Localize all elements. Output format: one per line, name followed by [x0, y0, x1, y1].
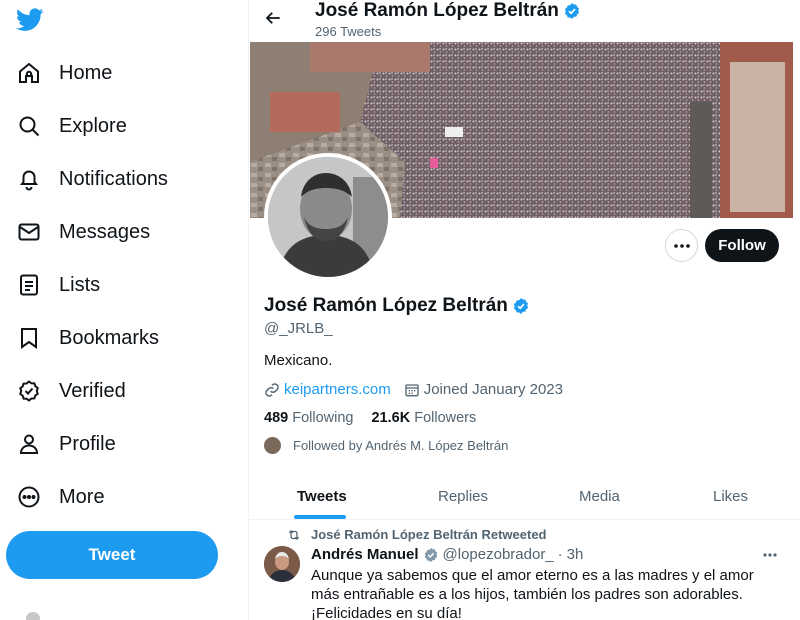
list-icon — [16, 272, 42, 298]
followed-by[interactable]: Followed by Andrés M. López Beltrán — [264, 437, 508, 454]
tweet-timestamp[interactable]: 3h — [567, 546, 584, 563]
tweet-header: Andrés Manuel @lopezobrador_ · 3h — [311, 546, 583, 563]
profile-header-bar: José Ramón López Beltrán 296 Tweets — [249, 0, 800, 42]
profile-meta: keipartners.com Joined January 2023 — [264, 381, 563, 398]
sidebar-item-more[interactable]: More — [16, 477, 105, 517]
profile-bio: Mexicano. — [264, 352, 333, 369]
sidebar: Home Explore Notifications Messages List… — [0, 0, 249, 620]
avatar-portrait — [268, 157, 388, 277]
verified-badge-icon[interactable] — [512, 297, 530, 315]
following-link[interactable]: 489 Following — [264, 410, 353, 426]
header-name-text: José Ramón López Beltrán — [315, 0, 559, 21]
follow-stats: 489 Following 21.6K Followers — [264, 410, 476, 426]
sidebar-item-notifications[interactable]: Notifications — [16, 159, 168, 199]
tab-media[interactable]: Media — [579, 473, 620, 520]
tweet-author-name[interactable]: Andrés Manuel — [311, 546, 419, 563]
sidebar-item-label: Profile — [59, 432, 116, 455]
author-portrait — [264, 546, 300, 582]
calendar-icon — [404, 382, 420, 398]
tweet-button[interactable]: Tweet — [6, 531, 218, 579]
twitter-bird-icon[interactable] — [16, 8, 44, 32]
tweet-author-avatar[interactable] — [264, 546, 300, 582]
bookmark-icon — [16, 325, 42, 351]
sidebar-item-label: Explore — [59, 114, 127, 137]
sidebar-item-home[interactable]: Home — [16, 53, 112, 93]
account-avatar[interactable] — [26, 612, 40, 620]
retweet-context[interactable]: José Ramón López Beltrán Retweeted — [287, 527, 547, 542]
sidebar-item-bookmarks[interactable]: Bookmarks — [16, 318, 159, 358]
home-icon — [16, 60, 42, 86]
active-tab-indicator — [294, 515, 346, 519]
sidebar-item-messages[interactable]: Messages — [16, 212, 150, 252]
tab-replies[interactable]: Replies — [438, 473, 488, 520]
sidebar-item-label: Lists — [59, 273, 101, 296]
tab-likes[interactable]: Likes — [713, 473, 748, 520]
more-dots-icon — [673, 243, 690, 248]
follower-avatar — [264, 437, 281, 454]
profile-avatar[interactable] — [264, 153, 392, 281]
tab-tweets[interactable]: Tweets — [297, 473, 347, 520]
search-icon — [16, 113, 42, 139]
profile-handle: @_JRLB_ — [264, 320, 333, 337]
link-icon — [264, 382, 280, 398]
verified-badge-icon — [564, 3, 579, 19]
sidebar-item-profile[interactable]: Profile — [16, 424, 116, 464]
sidebar-item-verified[interactable]: Verified — [16, 371, 126, 411]
follow-button[interactable]: Follow — [705, 229, 779, 262]
retweet-icon — [288, 529, 300, 540]
sidebar-item-label: Verified — [59, 379, 126, 402]
tweet-author-handle[interactable]: @lopezobrador_ — [443, 546, 554, 563]
back-arrow-icon[interactable] — [261, 6, 285, 30]
followed-by-text: Followed by Andrés M. López Beltrán — [293, 438, 509, 453]
profile-name-text: José Ramón López Beltrán — [264, 295, 508, 316]
following-label: Following — [292, 410, 354, 426]
more-circle-icon — [16, 484, 42, 510]
website-link[interactable]: keipartners.com — [284, 381, 391, 398]
sidebar-item-lists[interactable]: Lists — [16, 265, 100, 305]
sidebar-item-label: More — [59, 485, 105, 508]
header-name: José Ramón López Beltrán — [315, 0, 581, 22]
profile-tabs: Tweets Replies Media Likes — [249, 473, 800, 520]
sidebar-item-label: Notifications — [59, 167, 168, 190]
sidebar-item-label: Home — [59, 61, 113, 84]
tweet-separator: · — [557, 546, 563, 563]
tweet-more-icon[interactable] — [760, 546, 780, 564]
tweet-count: 296 Tweets — [315, 24, 382, 39]
profile-name: José Ramón López Beltrán — [264, 295, 530, 317]
tweet-text: Aunque ya sabemos que el amor eterno es … — [311, 567, 754, 620]
person-icon — [16, 431, 42, 457]
joined-date: Joined January 2023 — [423, 381, 563, 398]
followers-link[interactable]: 21.6K Followers — [371, 410, 476, 426]
followers-label: Followers — [414, 410, 477, 426]
sidebar-item-explore[interactable]: Explore — [16, 106, 127, 146]
following-count: 489 — [264, 410, 289, 426]
envelope-icon — [16, 219, 42, 245]
profile-column: José Ramón López Beltrán 296 Tweets Foll… — [249, 0, 800, 620]
verified-badge-icon — [16, 378, 42, 404]
sidebar-item-label: Bookmarks — [59, 326, 160, 349]
more-options-button[interactable] — [665, 229, 698, 262]
sidebar-item-label: Messages — [59, 220, 151, 243]
followers-count: 21.6K — [371, 410, 411, 426]
retweet-note: José Ramón López Beltrán Retweeted — [311, 527, 547, 542]
bell-icon — [16, 166, 42, 192]
verified-badge-icon — [424, 547, 437, 562]
